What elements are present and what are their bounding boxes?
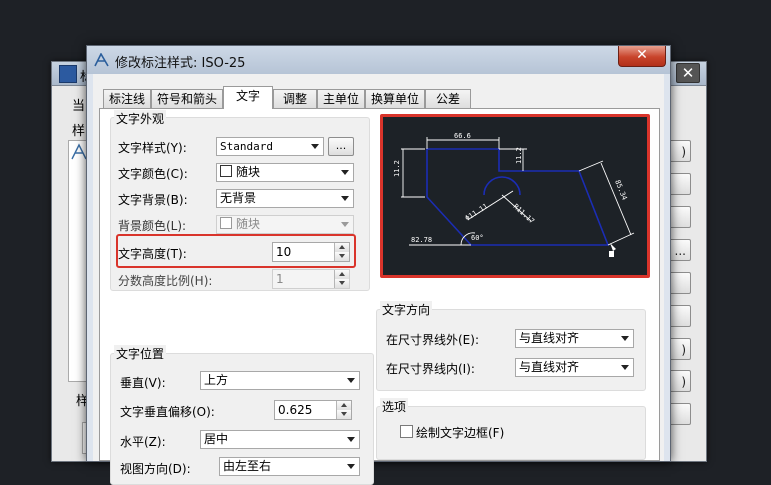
vertical-select[interactable]: 上方	[200, 371, 360, 390]
vertical-label: 垂直(V):	[120, 376, 166, 390]
chevron-down-icon	[341, 222, 349, 227]
app-icon	[59, 65, 77, 83]
inside-extension-label: 在尺寸界线内(I):	[386, 362, 475, 376]
text-alignment-title: 文字方向	[380, 301, 433, 318]
text-color-value: 随块	[236, 165, 261, 179]
text-offset-label: 文字垂直偏移(O):	[120, 405, 215, 419]
background-close-button[interactable]: ✕	[676, 63, 700, 83]
chevron-down-icon	[347, 437, 355, 442]
text-background-label: 文字背景(B):	[118, 193, 188, 207]
color-swatch-icon	[220, 165, 232, 177]
horizontal-value: 居中	[204, 432, 229, 446]
chevron-down-icon	[621, 365, 629, 370]
text-background-select[interactable]: 无背景	[216, 189, 354, 208]
spin-down-icon[interactable]	[334, 279, 349, 288]
text-color-select[interactable]: 随块	[216, 163, 354, 182]
text-placement-title: 文字位置	[114, 345, 167, 362]
outside-extension-value: 与直线对齐	[519, 331, 580, 345]
arrow-icon	[610, 243, 616, 251]
tab-tolerances[interactable]: 公差	[425, 89, 471, 108]
horizontal-label: 水平(Z):	[120, 435, 166, 449]
cursor-icon	[609, 251, 614, 257]
text-appearance-title: 文字外观	[114, 110, 167, 127]
color-swatch-icon	[220, 217, 232, 229]
text-color-label: 文字颜色(C):	[118, 167, 188, 181]
dialog-titlebar: 修改标注样式: ISO-25 ✕	[87, 46, 670, 74]
text-style-label: 文字样式(Y):	[118, 141, 187, 155]
options-title: 选项	[380, 398, 409, 415]
preview-dim-left: 11.2	[393, 160, 401, 177]
tab-symbols-arrows[interactable]: 符号和箭头	[151, 89, 223, 108]
tab-lines[interactable]: 标注线	[103, 89, 151, 108]
text-height-highlight	[116, 234, 356, 268]
text-alignment-group	[376, 309, 646, 391]
chevron-down-icon	[341, 196, 349, 201]
preview-dim-radius: R11.17	[512, 203, 536, 226]
preview-dim-angle: 60°	[471, 234, 484, 242]
chevron-down-icon	[311, 144, 319, 149]
fraction-height-scale-value: 1	[276, 272, 284, 286]
background-color-label: 背景颜色(L):	[118, 219, 187, 233]
tab-fit[interactable]: 调整	[273, 89, 317, 108]
text-style-browse-button[interactable]: ...	[328, 137, 354, 156]
close-button[interactable]: ✕	[618, 46, 666, 67]
draw-frame-label[interactable]: 绘制文字边框(F)	[416, 424, 504, 441]
dimension-preview: 66.6 11.2 11.2 85.34 82.78 R11.17 Φ11.11…	[380, 114, 650, 278]
text-offset-input[interactable]: 0.625	[274, 400, 352, 420]
text-offset-value: 0.625	[278, 403, 313, 417]
preview-arc	[483, 176, 521, 196]
preview-dim-diameter: Φ11.11	[464, 202, 490, 222]
text-style-value: Standard	[220, 140, 273, 153]
spin-down-icon[interactable]	[336, 410, 351, 419]
chevron-down-icon	[347, 378, 355, 383]
tab-panel-text: 文字外观 文字样式(Y): Standard ... 文字颜色(C): 随块 文…	[99, 108, 660, 485]
background-color-value: 随块	[236, 217, 261, 231]
inside-extension-select[interactable]: 与直线对齐	[515, 358, 634, 377]
dialog-title: 修改标注样式: ISO-25	[115, 56, 246, 71]
text-background-value: 无背景	[220, 191, 257, 205]
preview-dim-mid: 11.2	[515, 147, 523, 164]
preview-drawing: 66.6 11.2 11.2 85.34 82.78 R11.17 Φ11.11…	[393, 132, 635, 257]
draw-frame-checkbox[interactable]	[400, 425, 413, 438]
view-direction-label: 视图方向(D):	[120, 462, 191, 476]
dimstyle-icon	[94, 53, 109, 67]
tab-text[interactable]: 文字	[223, 86, 273, 109]
chevron-down-icon	[341, 170, 349, 175]
preview-dim-bottom: 82.78	[411, 236, 432, 244]
chevron-down-icon	[621, 336, 629, 341]
preview-dim-top: 66.6	[454, 132, 471, 140]
modify-dimstyle-dialog: 修改标注样式: ISO-25 ✕ 标注线 符号和箭头 文字 调整 主单位 换算单…	[86, 45, 671, 485]
chevron-down-icon	[347, 464, 355, 469]
background-label-style: 样	[72, 124, 86, 139]
inside-extension-value: 与直线对齐	[519, 360, 580, 374]
horizontal-select[interactable]: 居中	[200, 430, 360, 449]
dialog-client: 标注线 符号和箭头 文字 调整 主单位 换算单位 公差 文字外观 文字样式(Y)…	[93, 74, 664, 485]
outside-extension-label: 在尺寸界线外(E):	[386, 333, 479, 347]
outside-extension-select[interactable]: 与直线对齐	[515, 329, 634, 348]
text-style-select[interactable]: Standard	[216, 137, 324, 156]
tab-primary-units[interactable]: 主单位	[317, 89, 365, 108]
fraction-height-scale-input[interactable]: 1	[272, 269, 350, 289]
fraction-height-scale-label: 分数高度比例(H):	[118, 274, 213, 288]
view-direction-value: 由左至右	[223, 459, 272, 473]
vertical-value: 上方	[204, 373, 229, 387]
tab-alternate-units[interactable]: 换算单位	[365, 89, 425, 108]
background-color-select[interactable]: 随块	[216, 215, 354, 234]
background-label-current: 当	[72, 99, 86, 114]
